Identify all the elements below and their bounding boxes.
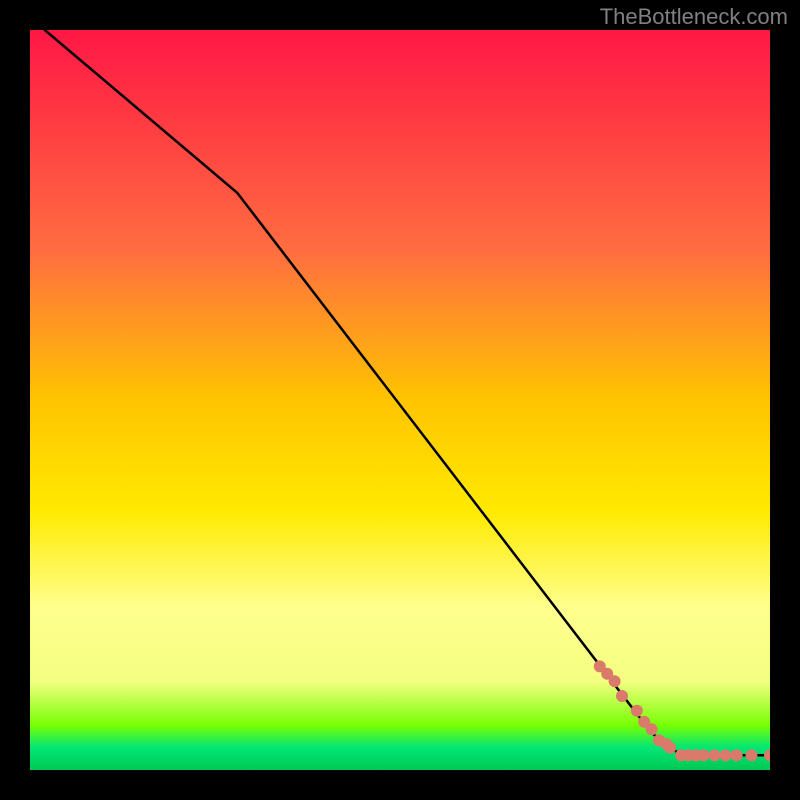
chart-marker <box>709 749 721 761</box>
chart-marker <box>764 749 770 761</box>
chart-marker <box>631 705 643 717</box>
chart-plot-area <box>30 30 770 770</box>
chart-marker <box>664 742 676 754</box>
chart-line-curve <box>45 30 770 755</box>
chart-marker <box>731 749 743 761</box>
watermark-text: TheBottleneck.com <box>600 4 788 30</box>
chart-marker <box>646 723 658 735</box>
chart-marker <box>720 749 732 761</box>
chart-marker <box>609 675 621 687</box>
chart-marker <box>697 749 709 761</box>
chart-marker <box>746 749 758 761</box>
chart-marker <box>616 690 628 702</box>
chart-data-overlay <box>30 30 770 770</box>
